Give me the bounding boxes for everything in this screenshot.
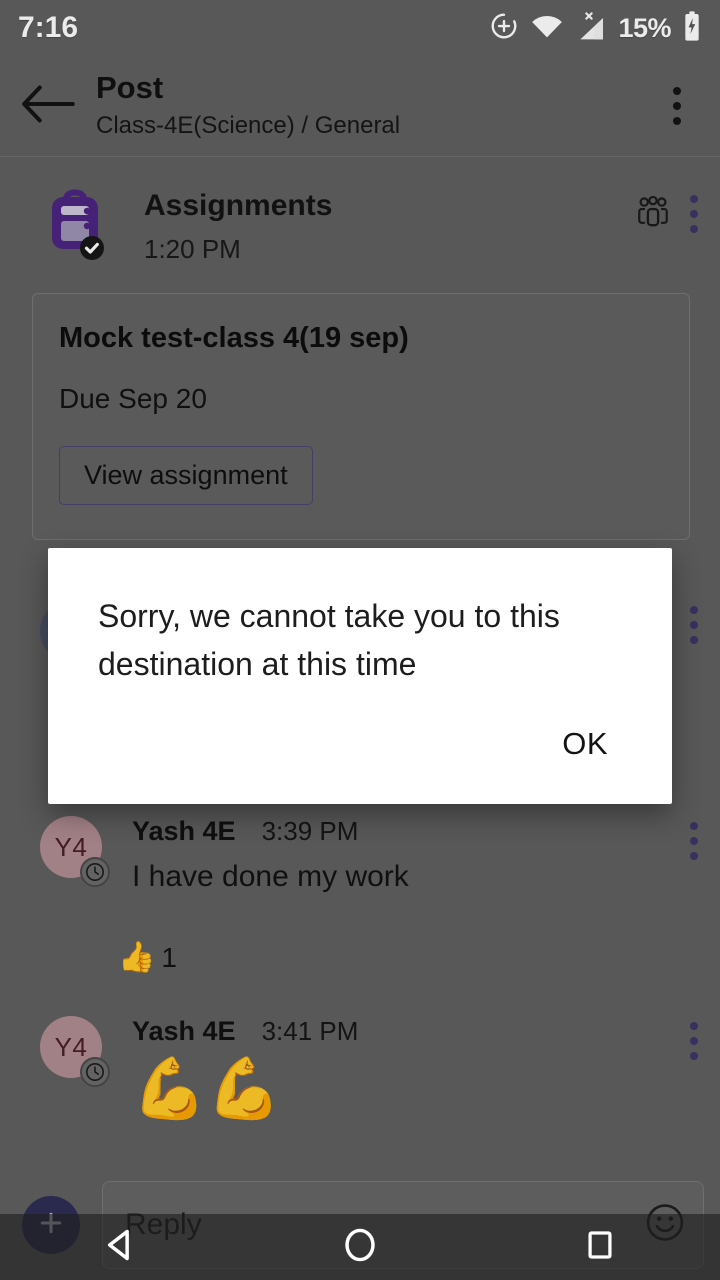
android-nav-bar — [0, 1214, 720, 1280]
nav-recents-square-icon — [583, 1228, 617, 1267]
error-dialog: Sorry, we cannot take you to this destin… — [48, 548, 672, 804]
nav-home-button[interactable] — [300, 1214, 420, 1280]
phone-screen: 7:16 15% Post Class-4E(Science) / Genera… — [0, 0, 720, 1280]
dialog-message: Sorry, we cannot take you to this destin… — [98, 598, 560, 682]
dialog-ok-button[interactable]: OK — [546, 714, 624, 774]
nav-back-triangle-icon — [101, 1226, 139, 1269]
nav-home-circle-icon — [341, 1226, 379, 1269]
dialog-actions: OK — [48, 688, 672, 804]
nav-recents-button[interactable] — [540, 1214, 660, 1280]
nav-back-button[interactable] — [60, 1214, 180, 1280]
